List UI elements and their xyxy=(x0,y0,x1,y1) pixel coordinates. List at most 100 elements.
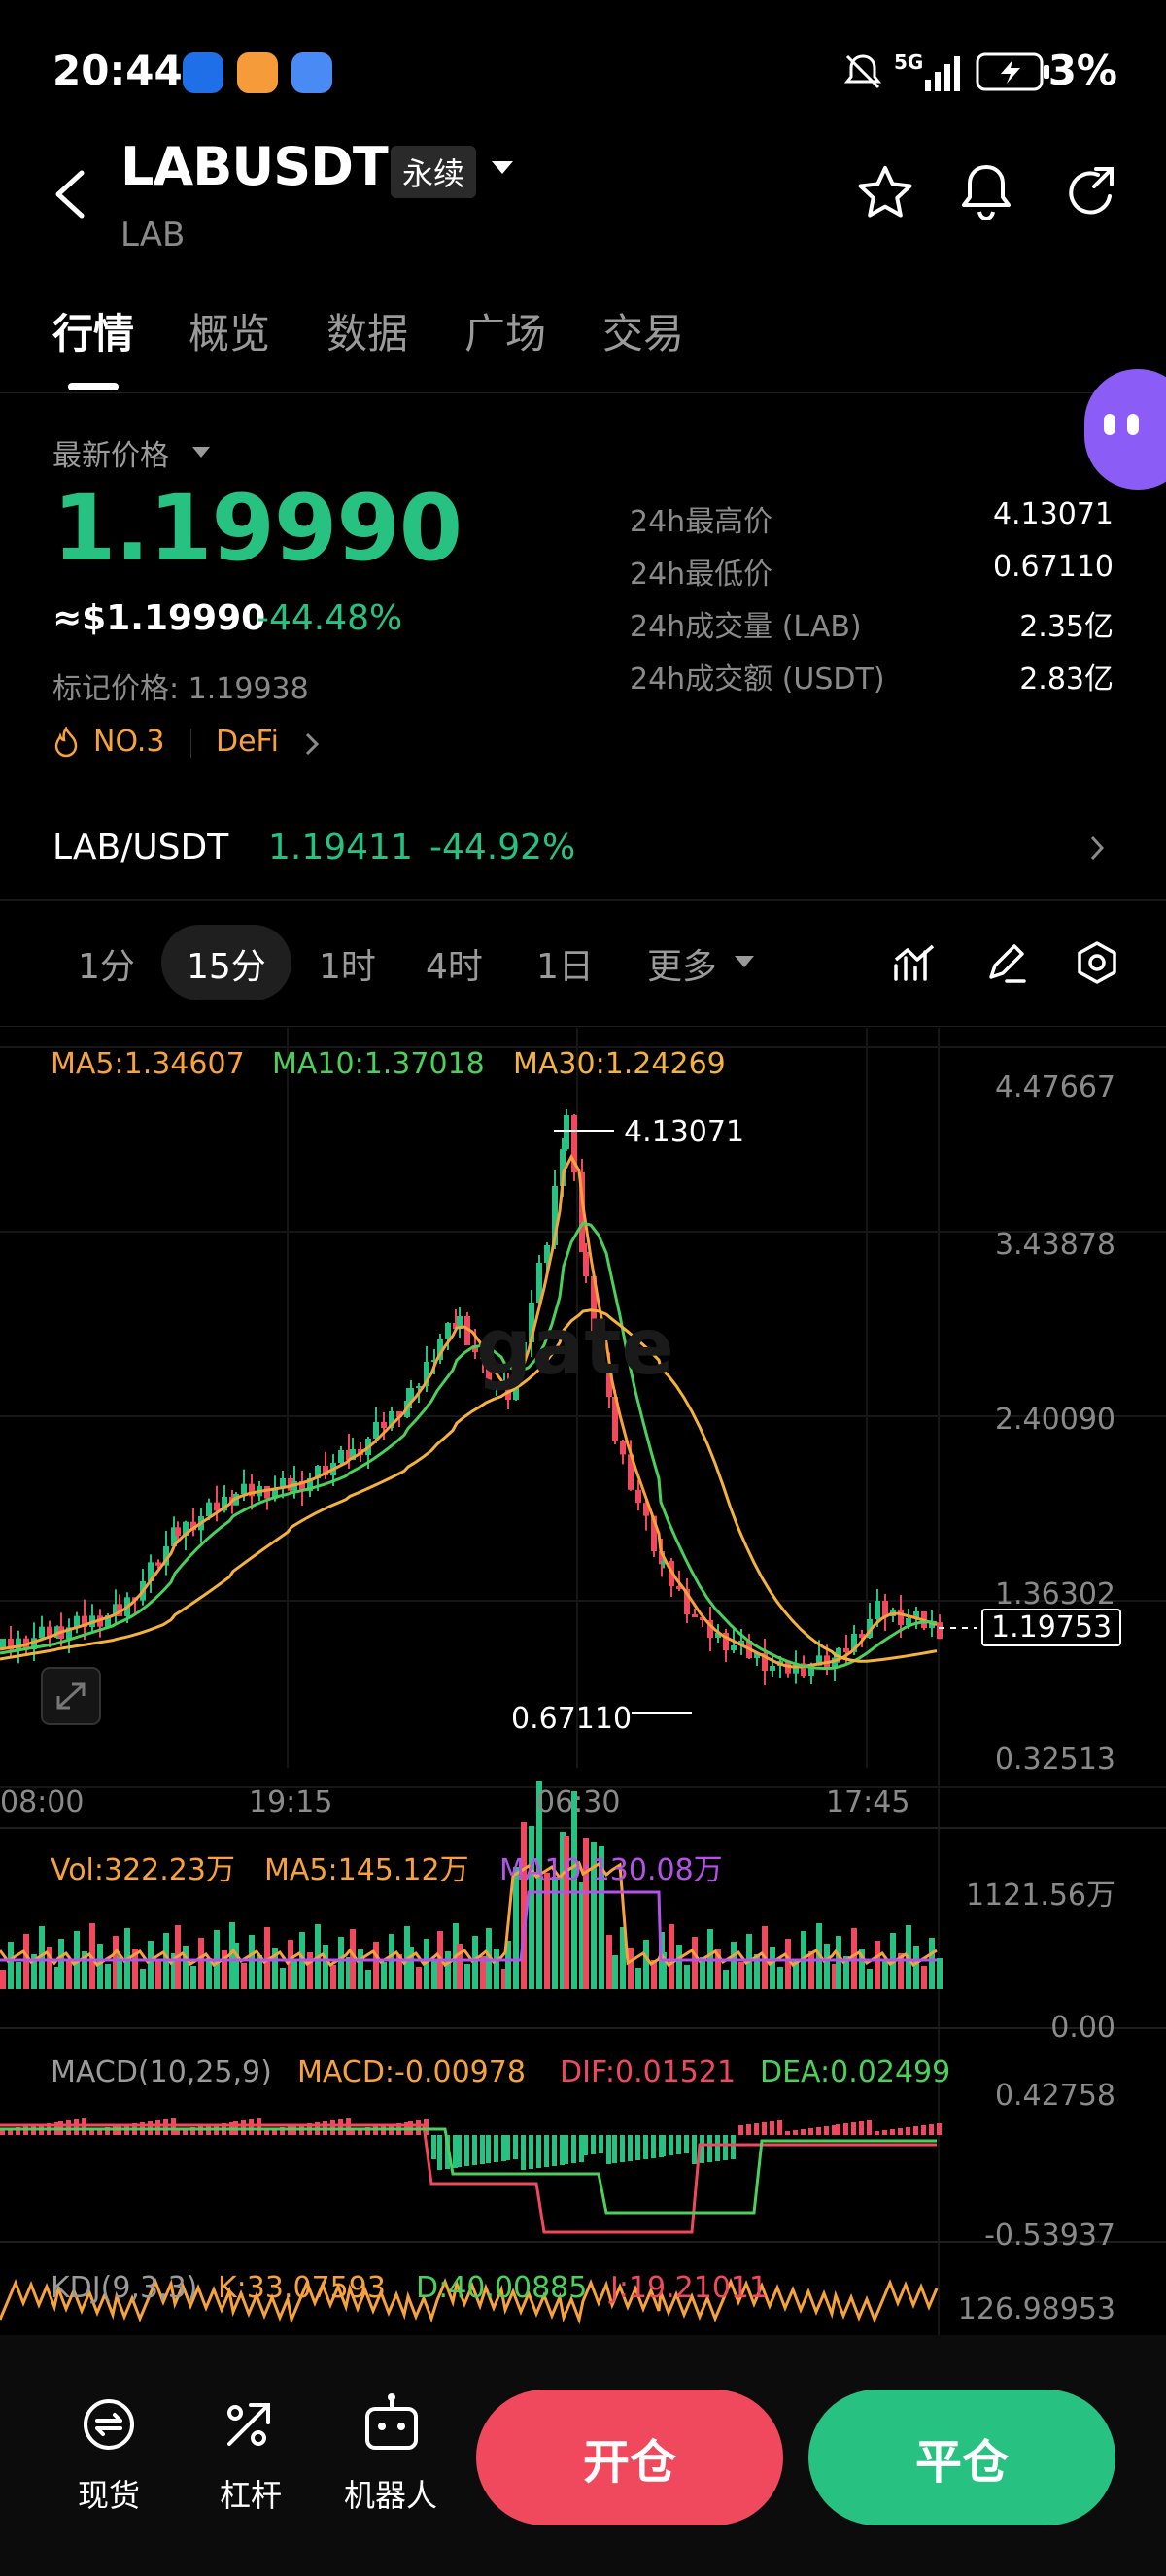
volume-bar xyxy=(307,1952,313,1989)
back-icon[interactable] xyxy=(51,167,89,221)
chevron-down-icon[interactable] xyxy=(492,161,513,174)
app-notification-icon xyxy=(237,52,278,93)
message-notification-icon xyxy=(292,52,332,93)
macd-bar xyxy=(513,2135,518,2159)
macd-bar xyxy=(731,2135,736,2159)
macd-bar xyxy=(163,2119,168,2135)
chevron-down-icon[interactable] xyxy=(192,447,210,458)
volume-bar xyxy=(408,1947,414,1989)
macd-bar xyxy=(480,2135,485,2164)
volume-bar xyxy=(635,1968,641,1989)
last-price-label[interactable]: 最新价格 xyxy=(52,431,169,474)
macd-value: MACD:-0.00978 xyxy=(297,2055,526,2089)
interval-15m[interactable]: 15分 xyxy=(187,938,266,989)
candle xyxy=(373,1422,379,1439)
macd-bar xyxy=(571,2135,576,2163)
interval-1h[interactable]: 1时 xyxy=(319,938,376,989)
candle xyxy=(206,1502,212,1516)
close-position-button[interactable]: 平仓 xyxy=(808,2390,1115,2525)
kdj-d: D:40.00885 xyxy=(416,2271,588,2305)
volume-bar xyxy=(494,1949,499,1989)
candle xyxy=(882,1601,888,1616)
spot-pair-name[interactable]: LAB/USDT xyxy=(52,828,228,867)
network-type: 5G xyxy=(894,51,924,74)
candle xyxy=(583,1252,589,1276)
bell-icon[interactable] xyxy=(958,161,1014,223)
interval-1m[interactable]: 1分 xyxy=(78,938,135,989)
chevron-right-icon[interactable] xyxy=(303,730,321,758)
tab-trade[interactable]: 交易 xyxy=(602,301,684,360)
leverage-icon[interactable] xyxy=(220,2395,278,2454)
volume-bar xyxy=(445,1951,451,1989)
settings-icon[interactable] xyxy=(1075,940,1119,985)
macd-bar xyxy=(913,2126,918,2135)
volume-bar xyxy=(358,1949,363,1989)
macd-bar xyxy=(808,2128,813,2135)
x-tick: 17:45 xyxy=(826,1785,910,1819)
last-price: 1.19990 xyxy=(52,476,463,582)
battery-percent: 3% xyxy=(1047,47,1117,94)
nav-spot[interactable]: 现货 xyxy=(78,2471,140,2516)
volume-bar xyxy=(867,1969,873,1989)
macd-bar xyxy=(583,2135,588,2155)
category-tag[interactable]: DeFi xyxy=(216,725,279,759)
macd-min: -0.53937 xyxy=(984,2219,1115,2253)
nav-bot[interactable]: 机器人 xyxy=(344,2471,437,2516)
macd-bar xyxy=(464,2135,469,2166)
candle xyxy=(155,1562,161,1566)
contract-type-badge[interactable]: 永续 xyxy=(391,146,477,198)
macd-bar xyxy=(599,2135,603,2153)
volume-bar xyxy=(241,1963,247,1989)
volume-bar xyxy=(323,1945,328,1989)
fire-icon xyxy=(54,727,78,758)
macd-bar xyxy=(472,2135,477,2165)
tab-data[interactable]: 数据 xyxy=(326,301,408,360)
rank-tag[interactable]: NO.3 xyxy=(93,725,164,759)
volume-bar xyxy=(571,1791,577,1989)
volume-bar xyxy=(431,1959,437,1989)
macd-bar xyxy=(707,2135,712,2162)
robot-icon[interactable] xyxy=(361,2391,422,2454)
macd-bar xyxy=(606,2135,611,2164)
chevron-down-icon[interactable] xyxy=(735,956,754,967)
tab-overview[interactable]: 概览 xyxy=(189,301,270,360)
macd-bar xyxy=(874,2131,879,2135)
macd-bar xyxy=(249,2119,254,2135)
macd-bar xyxy=(777,2120,782,2135)
macd-bar xyxy=(628,2135,633,2161)
stat-value: 0.67110 xyxy=(992,550,1114,584)
vol-max: 1121.56万 xyxy=(965,1879,1115,1913)
macd-bar xyxy=(801,2129,806,2135)
volume-bar xyxy=(785,1939,791,1989)
volume-bar xyxy=(770,1947,775,1989)
volume-bar xyxy=(606,1935,612,1989)
interval-1d[interactable]: 1日 xyxy=(536,938,594,989)
volume-bar xyxy=(937,1958,943,1989)
tab-market[interactable]: 行情 xyxy=(52,301,134,360)
expand-icon[interactable] xyxy=(41,1667,101,1725)
macd-bar xyxy=(890,2129,895,2135)
share-icon[interactable] xyxy=(1061,163,1121,223)
macd-bar xyxy=(494,2135,498,2162)
star-icon[interactable] xyxy=(855,163,915,223)
macd-bar xyxy=(859,2121,864,2135)
interval-more[interactable]: 更多 xyxy=(647,938,717,989)
draw-icon[interactable] xyxy=(983,940,1028,985)
macd-bar xyxy=(754,2123,759,2135)
chevron-right-icon[interactable] xyxy=(1088,833,1106,863)
interval-4h[interactable]: 4时 xyxy=(426,938,483,989)
spot-pair-change: -44.92% xyxy=(429,828,576,867)
assistant-bubble[interactable] xyxy=(1084,369,1166,490)
macd-bar xyxy=(486,2135,491,2163)
indicator-icon[interactable] xyxy=(892,942,937,983)
volume-bar xyxy=(913,1946,919,1989)
macd-bar xyxy=(74,2119,79,2135)
nav-leverage[interactable]: 杠杆 xyxy=(220,2471,282,2516)
kline-chart[interactable] xyxy=(0,1028,1166,2341)
tab-square[interactable]: 广场 xyxy=(464,301,546,360)
y-tick: 2.40090 xyxy=(994,1403,1115,1437)
spot-icon[interactable] xyxy=(80,2395,138,2454)
open-position-button[interactable]: 开仓 xyxy=(476,2390,783,2525)
ma10-legend: MA10:1.37018 xyxy=(272,1047,485,1081)
macd-bar xyxy=(937,2123,942,2135)
